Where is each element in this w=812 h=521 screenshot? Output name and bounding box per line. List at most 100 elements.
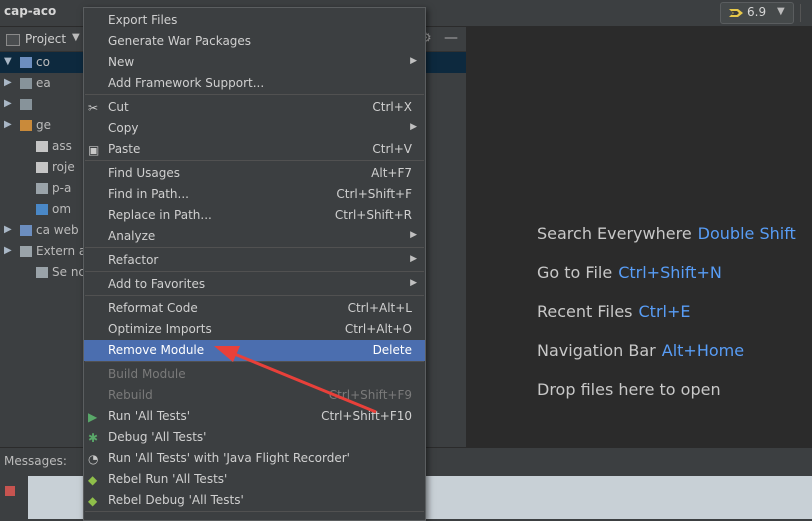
menu-item-label: Run 'All Tests' with 'Java Flight Record… bbox=[108, 451, 350, 465]
folder-icon bbox=[20, 78, 32, 89]
messages-toolbar bbox=[0, 476, 28, 519]
jrebel-debug-icon: ◆ bbox=[88, 494, 98, 508]
hint-text: Search Everywhere bbox=[537, 224, 692, 243]
menu-item-label: Replace in Path... bbox=[108, 208, 212, 222]
menu-item-export-files[interactable]: Export Files bbox=[84, 10, 425, 31]
tree-item-label: ca web bbox=[36, 223, 79, 237]
editor-hint: Drop files here to open bbox=[537, 380, 721, 399]
expand-arrow-icon[interactable]: ▶ bbox=[4, 119, 12, 130]
stop-icon[interactable] bbox=[5, 486, 15, 496]
expand-arrow-icon[interactable]: ▶ bbox=[4, 77, 12, 88]
editor-hint: Search Everywhere Double Shift bbox=[537, 224, 796, 243]
jrebel-version-dropdown[interactable]: 6.9 ▼ bbox=[720, 2, 794, 24]
menu-item-shortcut: Alt+F7 bbox=[371, 166, 412, 180]
menu-item-add-to-favorites[interactable]: Add to Favorites ▶ bbox=[84, 274, 425, 295]
menu-item-shortcut: Ctrl+Alt+L bbox=[347, 301, 412, 315]
editor-hint: Navigation Bar Alt+Home bbox=[537, 341, 744, 360]
expand-arrow-icon[interactable]: ▼ bbox=[4, 56, 12, 67]
menu-item-build-module: Build Module bbox=[84, 364, 425, 385]
hint-text: Drop files here to open bbox=[537, 380, 721, 399]
hint-shortcut: Ctrl+E bbox=[638, 302, 691, 321]
menu-item-analyze[interactable]: Analyze ▶ bbox=[84, 226, 425, 247]
menu-item-remove-module[interactable]: Remove Module Delete bbox=[84, 340, 425, 361]
menu-item-run-all-tests-with-java-flight-recorder[interactable]: ◔ Run 'All Tests' with 'Java Flight Recor… bbox=[84, 448, 425, 469]
menu-item-reformat-code[interactable]: Reformat Code Ctrl+Alt+L bbox=[84, 298, 425, 319]
menu-item-label: Rebel Run 'All Tests' bbox=[108, 472, 228, 486]
tree-item-label: ge bbox=[36, 118, 51, 132]
menu-item-label: Reformat Code bbox=[108, 301, 198, 315]
submenu-arrow-icon: ▶ bbox=[410, 56, 417, 66]
menu-separator bbox=[85, 511, 424, 512]
menu-separator bbox=[85, 247, 424, 248]
tree-item-label: p-a bbox=[52, 181, 72, 195]
submenu-arrow-icon: ▶ bbox=[410, 254, 417, 264]
menu-item-generate-war-packages[interactable]: Generate War Packages bbox=[84, 31, 425, 52]
menu-item-label: Rebuild bbox=[108, 388, 153, 402]
menu-item-cut[interactable]: ✂ Cut Ctrl+X bbox=[84, 97, 425, 118]
menu-item-rebel-run-all-tests[interactable]: ◆ Rebel Run 'All Tests' bbox=[84, 469, 425, 490]
hint-shortcut: Double Shift bbox=[697, 224, 796, 243]
menu-item-shortcut: Ctrl+Shift+F10 bbox=[321, 409, 412, 423]
hint-shortcut: Ctrl+Shift+N bbox=[618, 263, 722, 282]
menu-item-rebuild: Rebuild Ctrl+Shift+F9 bbox=[84, 385, 425, 406]
menu-item-label: Cut bbox=[108, 100, 129, 114]
jrebel-run-icon: ◆ bbox=[88, 473, 98, 487]
menu-item-label: Build Module bbox=[108, 367, 186, 381]
messages-label: Messages: bbox=[4, 454, 67, 468]
expand-arrow-icon[interactable]: ▶ bbox=[4, 224, 12, 235]
class-file-icon bbox=[36, 162, 48, 173]
menu-item-label: Run 'All Tests' bbox=[108, 409, 190, 423]
menu-item-label: Find in Path... bbox=[108, 187, 189, 201]
libraries-icon bbox=[20, 246, 32, 257]
debug-icon: ✱ bbox=[88, 431, 99, 445]
scissors-icon: ✂ bbox=[88, 101, 99, 115]
menu-item-add-framework-support[interactable]: Add Framework Support... bbox=[84, 73, 425, 94]
profiler-icon: ◔ bbox=[88, 452, 99, 466]
menu-item-run-all-tests[interactable]: ▶ Run 'All Tests' Ctrl+Shift+F10 bbox=[84, 406, 425, 427]
toolbar-divider bbox=[800, 4, 801, 22]
menu-separator bbox=[85, 271, 424, 272]
menu-item-optimize-imports[interactable]: Optimize Imports Ctrl+Alt+O bbox=[84, 319, 425, 340]
menu-item-shortcut: Ctrl+Shift+F bbox=[336, 187, 412, 201]
hint-text: Recent Files bbox=[537, 302, 633, 321]
menu-item-label: Export Files bbox=[108, 13, 178, 27]
expand-arrow-icon[interactable]: ▶ bbox=[4, 98, 12, 109]
version-label: 6.9 bbox=[747, 5, 767, 19]
menu-item-label: Analyze bbox=[108, 229, 156, 243]
scratches-icon bbox=[36, 267, 48, 278]
editor-hint: Go to File Ctrl+Shift+N bbox=[537, 263, 722, 282]
hint-text: Go to File bbox=[537, 263, 613, 282]
menu-item-debug-all-tests[interactable]: ✱ Debug 'All Tests' bbox=[84, 427, 425, 448]
menu-item-find-in-path[interactable]: Find in Path... Ctrl+Shift+F bbox=[84, 184, 425, 205]
menu-item-label: Copy bbox=[108, 121, 139, 135]
chevron-down-icon[interactable]: ▼ bbox=[72, 32, 80, 43]
menu-separator bbox=[85, 295, 424, 296]
menu-item-replace-in-path[interactable]: Replace in Path... Ctrl+Shift+R bbox=[84, 205, 425, 226]
submenu-arrow-icon: ▶ bbox=[410, 230, 417, 240]
menu-item-refactor[interactable]: Refactor ▶ bbox=[84, 250, 425, 271]
menu-item-paste[interactable]: ▣ Paste Ctrl+V bbox=[84, 139, 425, 160]
menu-item-rebel-debug-all-tests[interactable]: ◆ Rebel Debug 'All Tests' bbox=[84, 490, 425, 511]
menu-item-new[interactable]: New ▶ bbox=[84, 52, 425, 73]
menu-item-shortcut: Ctrl+Alt+O bbox=[344, 322, 412, 336]
menu-item-shortcut: Delete bbox=[372, 343, 412, 357]
project-view-selector[interactable]: Project bbox=[25, 32, 66, 46]
submenu-arrow-icon: ▶ bbox=[410, 122, 417, 132]
menu-item-shortcut: Ctrl+V bbox=[372, 142, 412, 156]
menu-item-label: Refactor bbox=[108, 253, 159, 267]
menu-item-label: Remove Module bbox=[108, 343, 205, 357]
expand-arrow-icon[interactable]: ▶ bbox=[4, 245, 12, 256]
menu-item-label: Debug 'All Tests' bbox=[108, 430, 207, 444]
menu-separator bbox=[85, 160, 424, 161]
menu-item-copy[interactable]: Copy ▶ bbox=[84, 118, 425, 139]
tree-item-label: ass bbox=[52, 139, 72, 153]
menu-item-find-usages[interactable]: Find Usages Alt+F7 bbox=[84, 163, 425, 184]
orange-folder-icon bbox=[20, 120, 32, 131]
menu-separator bbox=[85, 361, 424, 362]
minimize-icon[interactable]: — bbox=[444, 30, 458, 46]
menu-item-label: Optimize Imports bbox=[108, 322, 212, 336]
chevron-down-icon: ▼ bbox=[777, 6, 785, 17]
menu-item-label: New bbox=[108, 55, 135, 69]
submenu-arrow-icon: ▶ bbox=[410, 278, 417, 288]
menu-item-shortcut: Ctrl+Shift+F9 bbox=[328, 388, 412, 402]
